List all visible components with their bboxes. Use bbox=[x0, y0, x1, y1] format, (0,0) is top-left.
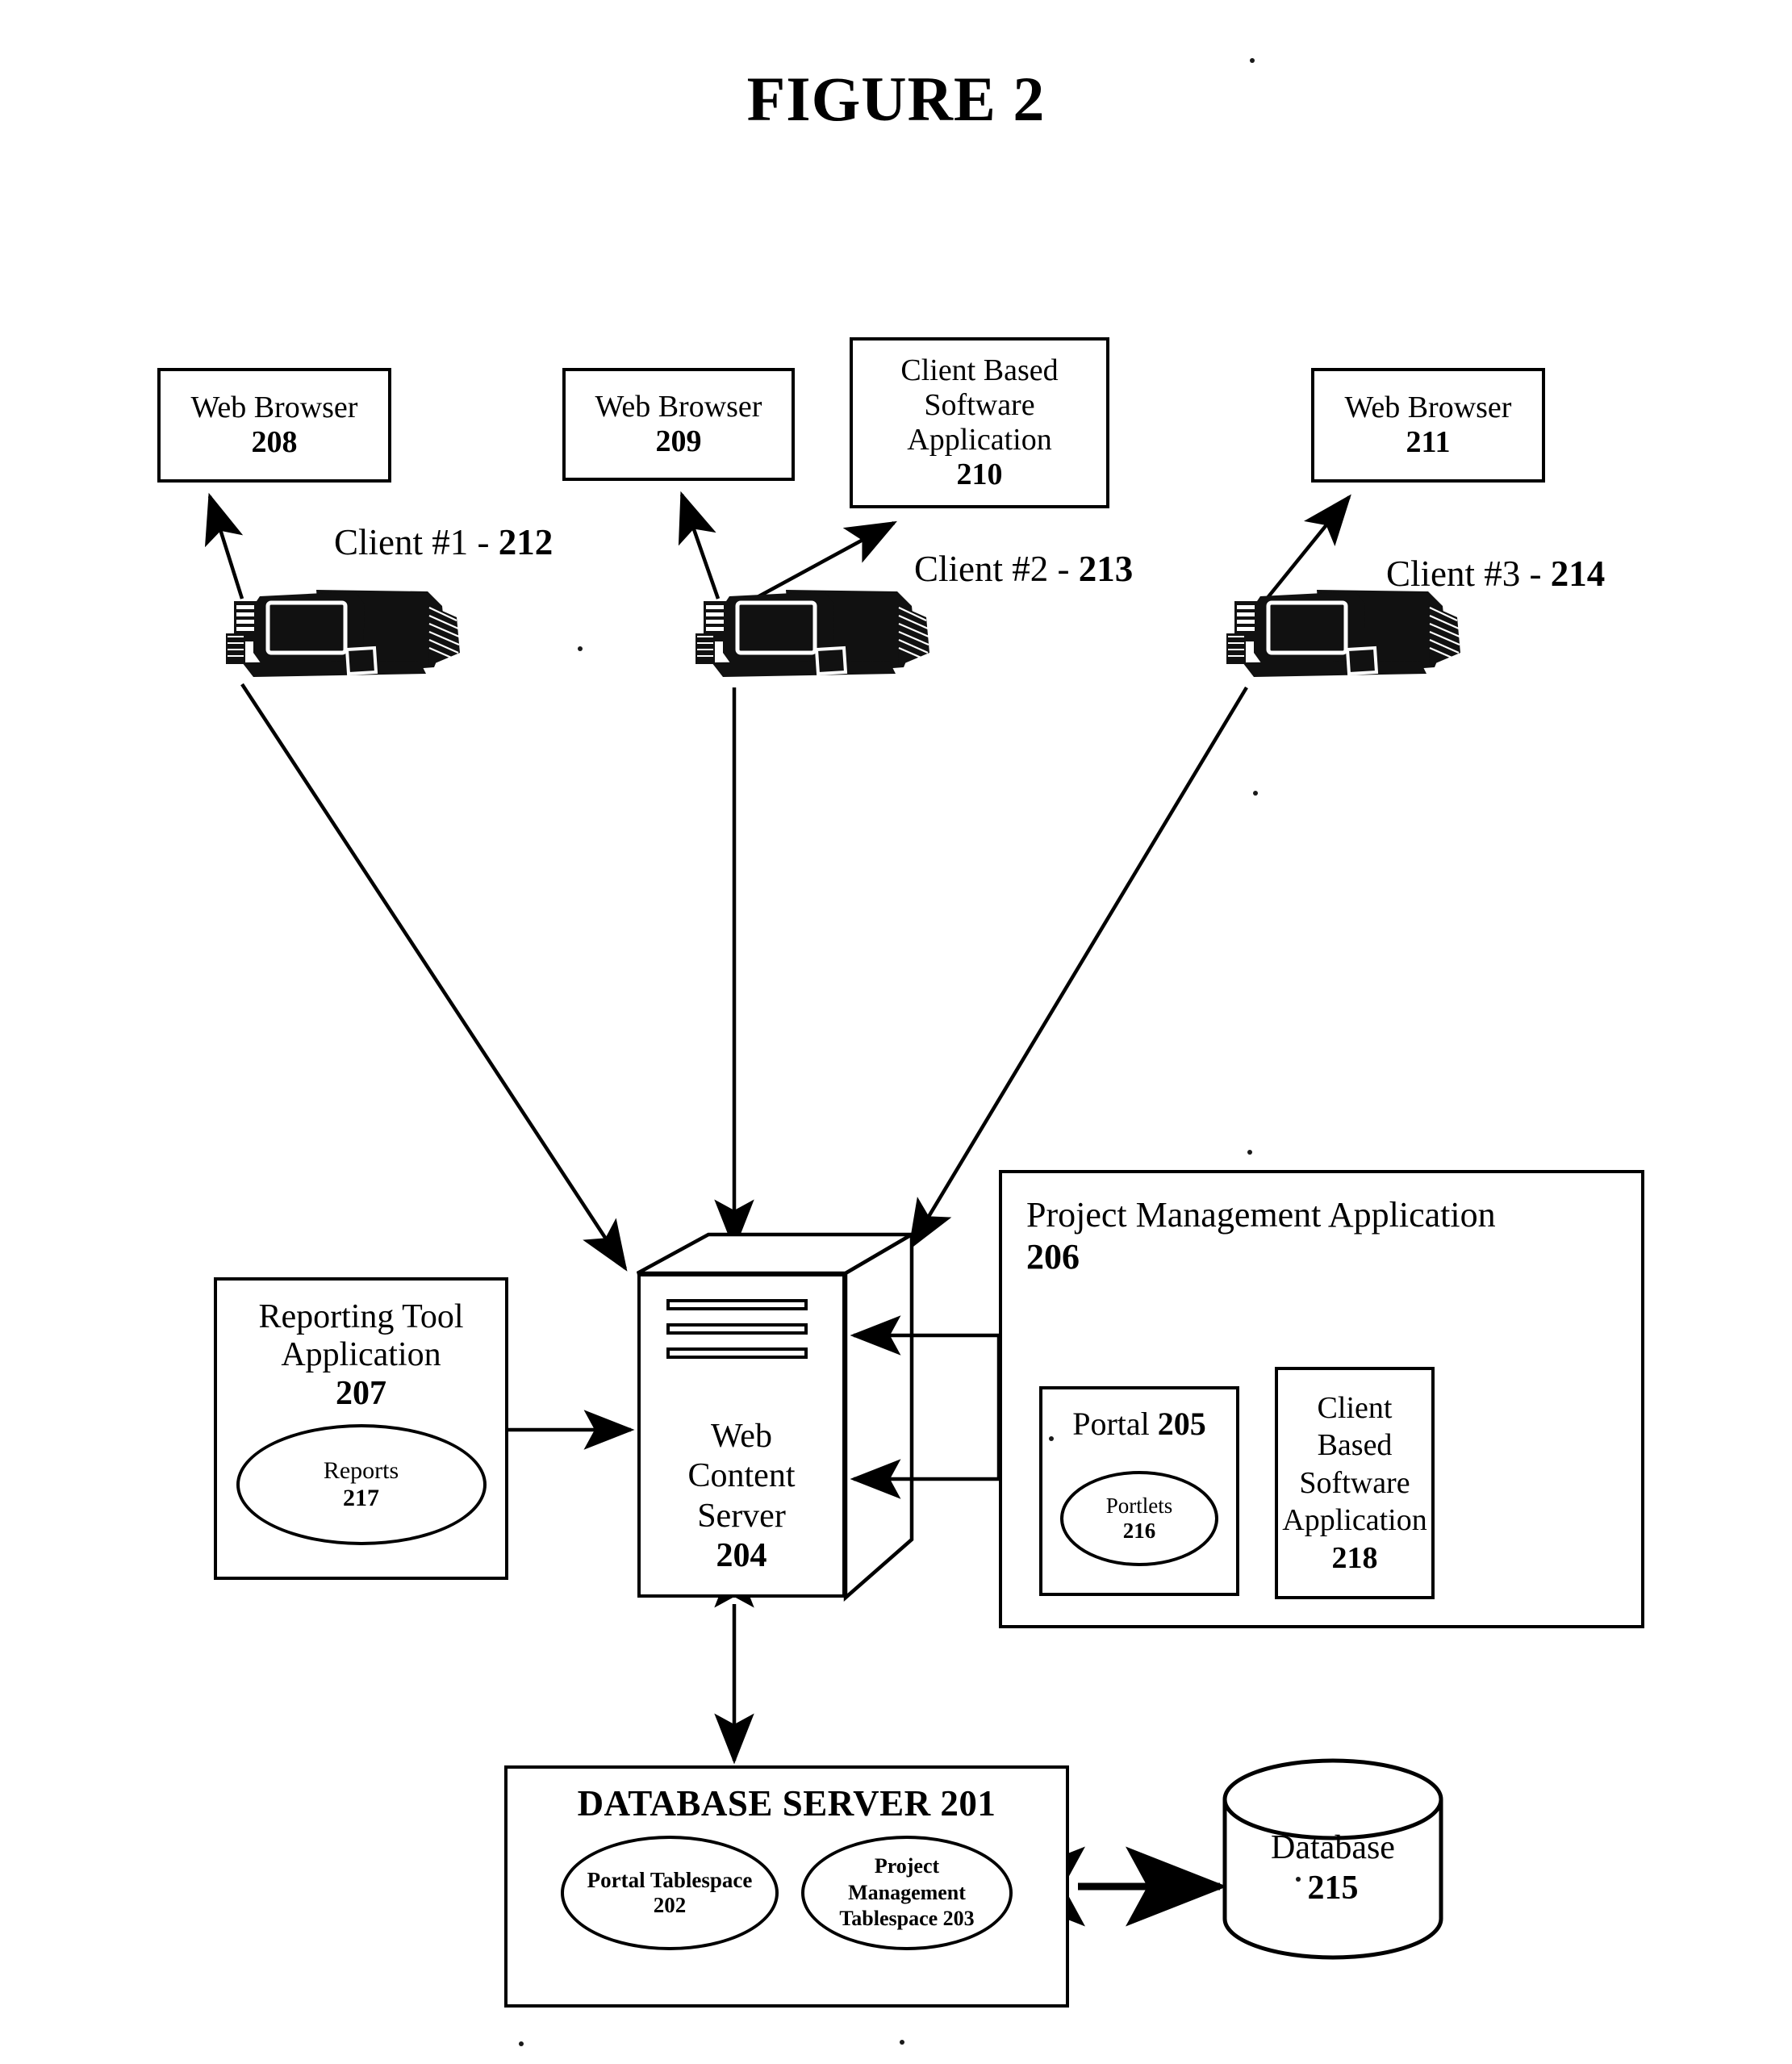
web-browser-211-label: Web Browser bbox=[1344, 391, 1512, 425]
project-management-number: 206 bbox=[1026, 1236, 1080, 1276]
client-2-number: 213 bbox=[1078, 549, 1134, 589]
server-vent-slat-3 bbox=[666, 1347, 808, 1359]
client-based-app-210-line2: Software bbox=[924, 388, 1035, 423]
reporting-tool-application-207-box[interactable]: Reporting Tool Application 207 Reports 2… bbox=[214, 1277, 508, 1580]
web-browser-209-label: Web Browser bbox=[595, 390, 762, 424]
project-management-application-206-box[interactable]: Project Management Application 206 Porta… bbox=[999, 1170, 1644, 1628]
tablespace-group: Portal Tablespace 202 Project Management… bbox=[561, 1835, 1013, 1950]
scan-speck bbox=[1247, 1150, 1252, 1155]
database-number: 215 bbox=[1307, 1870, 1359, 1907]
client-1-label: Client #1 - 212 bbox=[334, 521, 553, 563]
web-content-server-line3: Server bbox=[697, 1497, 786, 1535]
page-title: FIGURE 2 bbox=[746, 64, 1046, 134]
client-based-app-210-line1: Client Based bbox=[900, 353, 1059, 388]
reports-217-ellipse: Reports 217 bbox=[236, 1424, 487, 1546]
web-content-server-204[interactable]: Web Content Server 204 bbox=[637, 1235, 912, 1598]
client-based-software-application-218-box[interactable]: Client Based Software Application 218 bbox=[1275, 1367, 1435, 1599]
portlets-number: 216 bbox=[1122, 1519, 1156, 1544]
pm-tablespace-line1: Project bbox=[874, 1854, 940, 1878]
project-management-title: Project Management Application bbox=[1026, 1195, 1496, 1235]
portal-title-row: Portal 205 bbox=[1072, 1406, 1206, 1442]
portal-tablespace-label: Portal Tablespace bbox=[587, 1868, 753, 1893]
database-label: Database bbox=[1271, 1829, 1395, 1866]
client-based-app-210-line3: Application bbox=[907, 423, 1052, 457]
reporting-tool-line1: Reporting Tool bbox=[258, 1298, 464, 1335]
client-based-app-218-line3: Software bbox=[1299, 1465, 1410, 1500]
client-based-app-218-line1: Client bbox=[1317, 1391, 1393, 1426]
client-3-number: 214 bbox=[1550, 554, 1606, 594]
client-based-software-application-210-box[interactable]: Client Based Software Application 210 bbox=[850, 337, 1109, 508]
database-server-201-box[interactable]: DATABASE SERVER 201 Portal Tablespace 20… bbox=[504, 1765, 1069, 2008]
scan-speck bbox=[578, 646, 583, 651]
database-215-cylinder[interactable]: Database 215 bbox=[1225, 1761, 1441, 1958]
reports-label: Reports bbox=[323, 1457, 399, 1485]
web-content-server-number: 204 bbox=[716, 1537, 767, 1575]
portlets-label: Portlets bbox=[1105, 1494, 1173, 1519]
server-vent-slat-1 bbox=[666, 1299, 808, 1310]
client-3-label: Client #3 - 214 bbox=[1386, 553, 1605, 595]
portal-label: Portal bbox=[1072, 1406, 1158, 1442]
scan-speck bbox=[519, 2041, 524, 2046]
web-browser-211-number: 211 bbox=[1406, 425, 1451, 459]
portal-number: 205 bbox=[1157, 1406, 1206, 1442]
scan-speck bbox=[1296, 1877, 1301, 1882]
database-215-label-group: Database 215 bbox=[1225, 1828, 1441, 1909]
pm-tablespace-line3: Tablespace 203 bbox=[839, 1907, 975, 1931]
client-based-app-210-number: 210 bbox=[956, 457, 1003, 491]
scan-speck bbox=[900, 2040, 904, 2045]
portlets-216-ellipse: Portlets 216 bbox=[1060, 1471, 1218, 1567]
portal-205-box[interactable]: Portal 205 Portlets 216 bbox=[1039, 1386, 1239, 1596]
web-browser-208-number: 208 bbox=[251, 425, 298, 459]
web-browser-209-number: 209 bbox=[655, 424, 702, 458]
web-content-server-line1: Web bbox=[711, 1417, 772, 1455]
scan-speck bbox=[1253, 791, 1258, 796]
client-2-text: Client #2 - bbox=[914, 549, 1079, 589]
reports-number: 217 bbox=[343, 1485, 379, 1512]
project-management-tablespace-203-ellipse: Project Management Tablespace 203 bbox=[801, 1835, 1013, 1950]
client-2-label: Client #2 - 213 bbox=[914, 548, 1133, 590]
web-content-server-front-face: Web Content Server 204 bbox=[637, 1273, 846, 1598]
client-based-app-218-line2: Based bbox=[1317, 1428, 1393, 1463]
project-management-header: Project Management Application 206 bbox=[1026, 1194, 1496, 1278]
reporting-tool-number: 207 bbox=[336, 1374, 386, 1412]
pm-tablespace-line2: Management bbox=[848, 1880, 966, 1904]
client-1-text: Client #1 - bbox=[334, 522, 499, 562]
server-vent-slat-2 bbox=[666, 1323, 808, 1335]
web-browser-208-label: Web Browser bbox=[190, 391, 358, 425]
patent-figure-page: FIGURE 2 Web Browser 208 Web Browser 209… bbox=[0, 0, 1792, 2064]
reporting-tool-line2: Application bbox=[281, 1336, 441, 1374]
connector-layer bbox=[204, 491, 1792, 1960]
scan-speck bbox=[1250, 58, 1255, 63]
web-content-server-line2: Content bbox=[687, 1457, 796, 1495]
client-1-number: 212 bbox=[498, 522, 553, 562]
database-server-title: DATABASE SERVER 201 bbox=[577, 1783, 996, 1824]
web-browser-209-box[interactable]: Web Browser 209 bbox=[562, 368, 795, 481]
client-3-text: Client #3 - bbox=[1386, 554, 1551, 594]
client-based-app-218-line4: Application bbox=[1282, 1503, 1427, 1538]
scan-speck bbox=[1049, 1436, 1054, 1441]
client-based-app-218-number: 218 bbox=[1331, 1540, 1378, 1575]
portal-tablespace-202-ellipse: Portal Tablespace 202 bbox=[561, 1835, 779, 1950]
portal-tablespace-number: 202 bbox=[653, 1892, 687, 1917]
web-browser-208-box[interactable]: Web Browser 208 bbox=[157, 368, 391, 483]
web-browser-211-box[interactable]: Web Browser 211 bbox=[1311, 368, 1545, 483]
